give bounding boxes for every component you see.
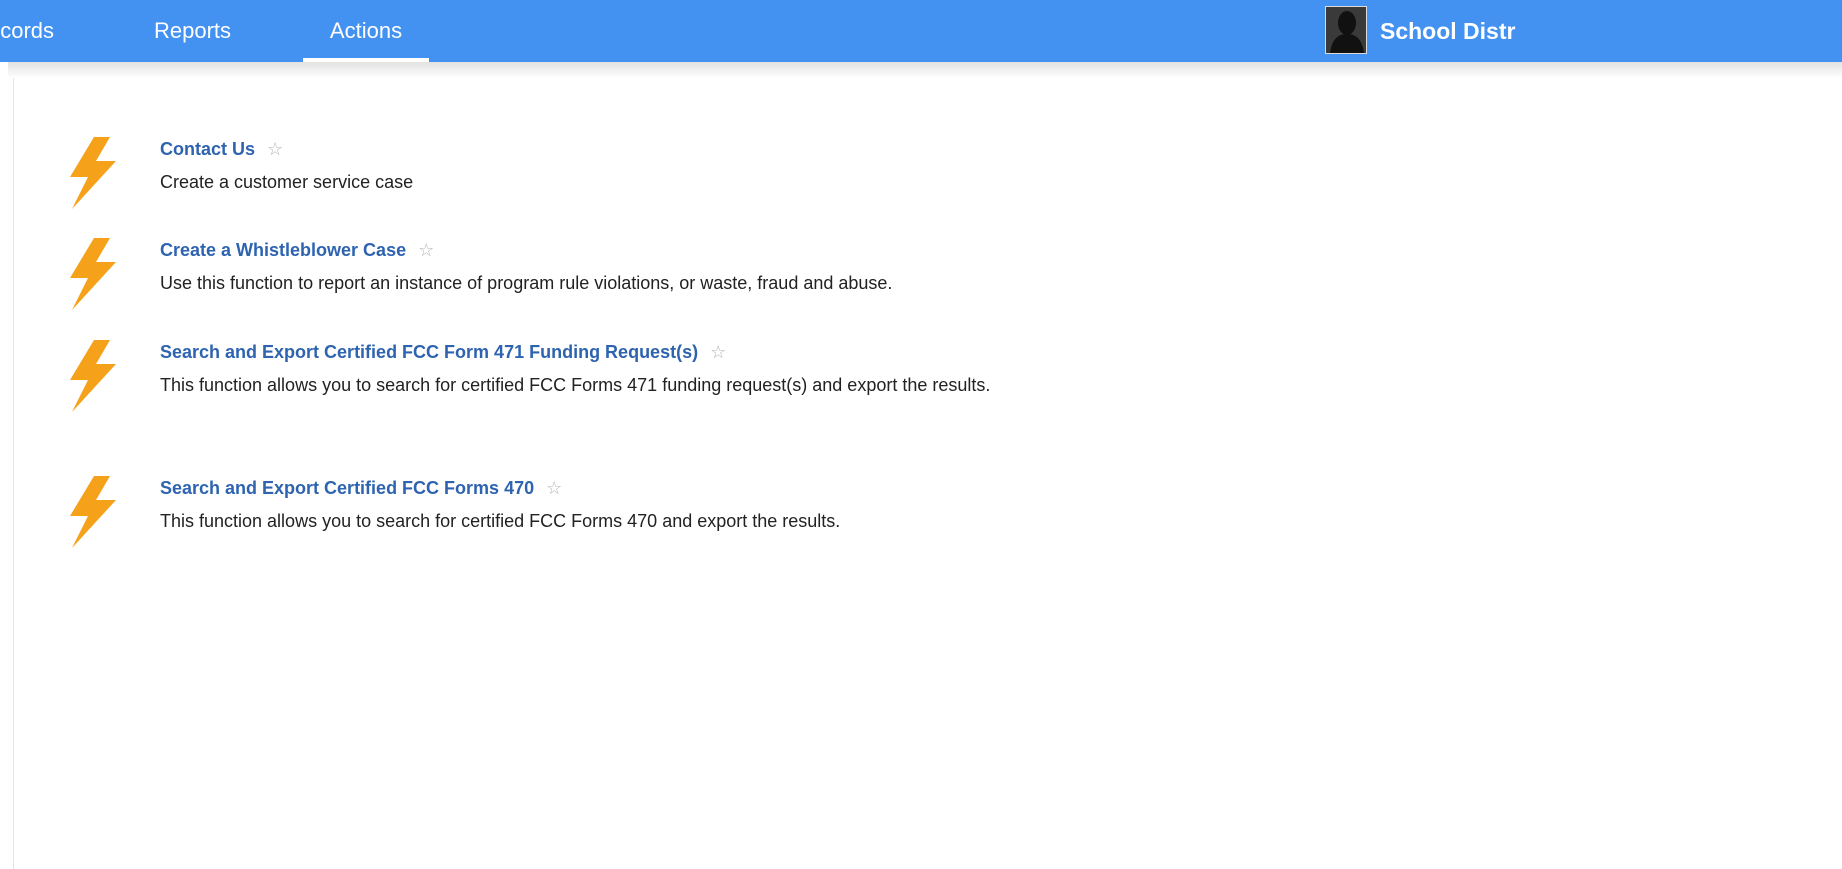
action-title-text: Contact Us (160, 139, 256, 159)
action-title-link[interactable]: Search and Export Certified FCC Form 471… (160, 340, 726, 364)
action-title-text: Search and Export Certified FCC Form 471… (160, 342, 699, 362)
action-title-link[interactable]: Contact Us ☆ (160, 137, 283, 161)
star-outline-icon[interactable]: ☆ (418, 238, 434, 262)
star-outline-icon[interactable]: ☆ (710, 340, 726, 364)
panel-left-border (13, 78, 14, 869)
user-photo-icon (1326, 7, 1366, 53)
action-description: This function allows you to search for c… (160, 375, 991, 395)
action-title-text: Search and Export Certified FCC Forms 47… (160, 478, 535, 498)
action-description: This function allows you to search for c… (160, 511, 841, 531)
lightning-bolt-icon (70, 137, 116, 209)
star-outline-icon[interactable]: ☆ (267, 137, 283, 161)
action-item-form-470-search: Search and Export Certified FCC Forms 47… (60, 476, 1210, 556)
star-outline-icon[interactable]: ☆ (546, 476, 562, 500)
tab-records[interactable]: ecords (0, 0, 54, 62)
action-description: Use this function to report an instance … (160, 273, 893, 293)
action-item-contact-us: Contact Us ☆ Create a customer service ca… (60, 137, 1210, 217)
lightning-bolt-icon (70, 238, 116, 310)
top-navigation-bar: ecords Reports Actions School Distr (0, 0, 1842, 62)
organization-name[interactable]: School Distr (1380, 0, 1515, 62)
lightning-bolt-icon (70, 476, 116, 548)
tab-reports[interactable]: Reports (154, 0, 231, 62)
action-title-link[interactable]: Search and Export Certified FCC Forms 47… (160, 476, 562, 500)
action-description: Create a customer service case (160, 172, 414, 192)
avatar[interactable] (1325, 6, 1367, 54)
action-title-text: Create a Whistleblower Case (160, 240, 407, 260)
header-shadow (8, 62, 1842, 78)
action-item-whistleblower: Create a Whistleblower Case ☆ Use this fu… (60, 238, 1210, 318)
tab-actions[interactable]: Actions (303, 0, 429, 62)
lightning-bolt-icon (70, 340, 116, 412)
action-title-link[interactable]: Create a Whistleblower Case ☆ (160, 238, 434, 262)
action-item-form-471-search: Search and Export Certified FCC Form 471… (60, 340, 1210, 450)
